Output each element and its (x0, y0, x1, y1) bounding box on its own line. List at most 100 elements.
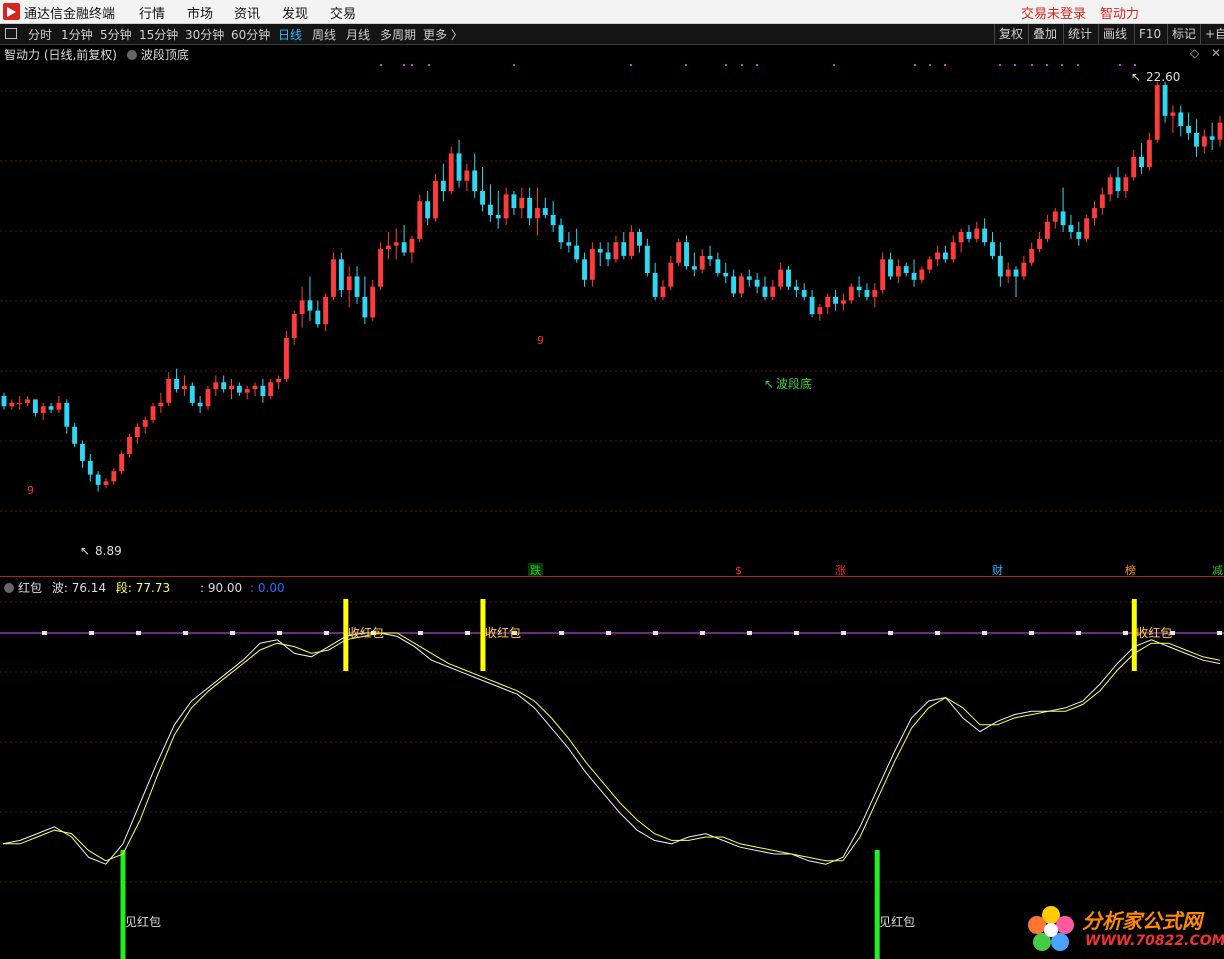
level-marker (136, 631, 141, 635)
level-marker (42, 631, 47, 635)
menu-bar: 通达信金融终端 行情 市场 资讯 发现 交易 交易未登录 智动力 (0, 0, 1224, 24)
top-signal-dot (403, 64, 405, 66)
candle-body (1029, 249, 1035, 263)
candle-body (582, 259, 587, 280)
candle-body (1107, 177, 1113, 195)
buy-signal-bar (874, 850, 880, 959)
menu-item-trade[interactable]: 交易 (330, 3, 356, 22)
sell-signal-label: 收红包 (348, 625, 384, 640)
candle-body (1146, 139, 1152, 168)
candle-body (825, 296, 831, 308)
candle-body (166, 378, 172, 403)
candle-body (25, 399, 30, 403)
top-signal-dot (999, 64, 1001, 66)
sub-indicator-name[interactable]: 红包 (18, 581, 42, 595)
level-marker (794, 631, 799, 635)
candle-body (597, 249, 603, 253)
tab-period-monthly[interactable]: 月线 (346, 26, 370, 43)
candle-body (1123, 177, 1129, 191)
panel-toggle-icon[interactable] (5, 28, 17, 39)
close-icon[interactable]: ✕ (1211, 46, 1221, 60)
tab-period-more[interactable]: 更多 〉 (423, 26, 463, 43)
level-marker (89, 631, 94, 635)
mark-button[interactable]: 标记 (1167, 24, 1200, 44)
candle-body (283, 337, 289, 379)
candle-body (370, 286, 376, 318)
candle-body (480, 191, 485, 205)
tab-period-60min[interactable]: 60分钟 (231, 26, 270, 43)
tab-period-1min[interactable]: 1分钟 (61, 26, 93, 43)
candle-body (244, 389, 250, 393)
high-arrow-icon: ↖ (1131, 70, 1141, 84)
diamond-icon[interactable]: ◇ (1190, 46, 1199, 60)
candle-body (268, 382, 274, 396)
menu-item-market-quotes[interactable]: 行情 (139, 3, 165, 22)
candle-body (527, 197, 533, 219)
low-price-label: 8.89 (95, 544, 122, 558)
signal-mark: 榜 (1125, 563, 1136, 577)
level-marker (1029, 631, 1034, 635)
candle-body (629, 232, 635, 256)
statistics-button[interactable]: 统计 (1063, 24, 1096, 44)
count-mark: 9 (27, 484, 34, 497)
sub-indicator-toggle-icon[interactable] (4, 583, 14, 593)
level-value: : 90.00 (199, 581, 243, 595)
tab-period-intraday[interactable]: 分时 (28, 26, 52, 43)
tab-period-5min[interactable]: 5分钟 (100, 26, 132, 43)
level-marker (747, 631, 752, 635)
candle-body (1170, 112, 1176, 116)
custom-add-button[interactable]: +自 (1200, 24, 1224, 44)
candle-body (574, 245, 580, 260)
candle-body (558, 225, 564, 243)
tab-period-daily[interactable]: 日线 (278, 26, 302, 43)
candlestick-chart[interactable]: 8.89 ↖ 22.60 ↖ 波段底 ↖ 9 9 跌 $ 涨 财 榜 减 (0, 60, 1224, 577)
segment-line (3, 632, 1221, 862)
tab-period-30min[interactable]: 30分钟 (185, 26, 224, 43)
candle-body (1194, 132, 1199, 147)
menu-item-discover[interactable]: 发现 (282, 3, 308, 22)
indicator-toggle-icon[interactable] (126, 50, 137, 60)
brand-link[interactable]: 智动力 (1100, 3, 1139, 22)
candle-body (495, 214, 501, 219)
login-status-link[interactable]: 交易未登录 (1021, 3, 1086, 22)
f10-button[interactable]: F10 (1134, 24, 1165, 44)
menu-item-market[interactable]: 市场 (187, 3, 213, 22)
level-marker (230, 631, 235, 635)
candle-body (1021, 262, 1027, 277)
candle-body (9, 402, 15, 407)
tab-period-multi[interactable]: 多周期 (380, 26, 416, 43)
candle-body (848, 286, 854, 301)
candle-body (535, 208, 540, 219)
candle-body (872, 290, 878, 297)
candle-body (56, 402, 62, 410)
candle-body (990, 242, 995, 256)
candle-body (935, 252, 941, 260)
candle-body (723, 273, 729, 277)
tab-period-15min[interactable]: 15分钟 (139, 26, 178, 43)
level-marker (606, 631, 611, 635)
candle-body (786, 269, 791, 287)
candle-body (770, 286, 776, 297)
draw-line-button[interactable]: 画线 (1098, 24, 1131, 44)
overlay-button[interactable]: 叠加 (1028, 24, 1061, 44)
panel-divider[interactable] (0, 576, 1224, 577)
candle-body (519, 197, 525, 209)
candle-body (958, 232, 964, 243)
candle-body (1013, 269, 1019, 277)
menu-item-news[interactable]: 资讯 (234, 3, 260, 22)
top-signal-dot (914, 64, 916, 66)
candle-body (1037, 238, 1042, 250)
candle-body (833, 296, 839, 304)
candle-body (1052, 211, 1058, 222)
top-signal-dot (428, 64, 430, 66)
level-marker (1123, 631, 1128, 635)
adjust-button[interactable]: 复权 (994, 24, 1027, 44)
candle-body (134, 426, 140, 437)
candle-body (1060, 211, 1066, 226)
candle-body (464, 170, 470, 181)
candle-body (621, 242, 627, 256)
tab-period-weekly[interactable]: 周线 (312, 26, 336, 43)
candle-body (589, 249, 595, 280)
candle-body (401, 242, 407, 253)
candle-body (17, 402, 23, 404)
